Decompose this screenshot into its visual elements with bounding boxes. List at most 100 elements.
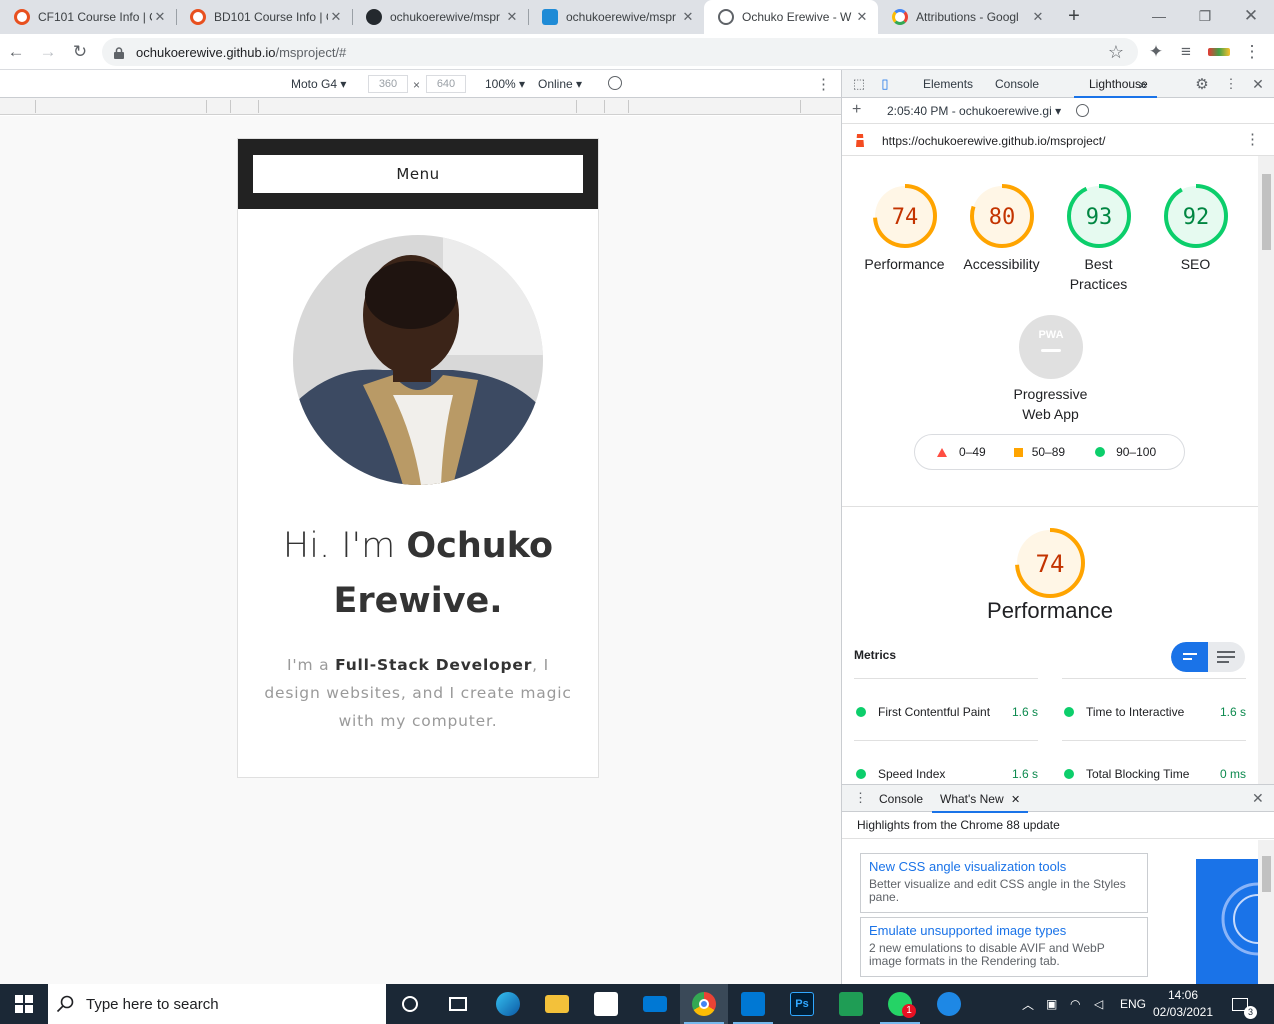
news-item[interactable]: Emulate unsupported image types 2 new em… <box>860 917 1148 977</box>
device-toggle-icon[interactable]: ▯ <box>876 75 894 93</box>
bookmark-star-icon[interactable]: ☆ <box>1104 40 1128 64</box>
network-throttle-select[interactable]: Online ▾ <box>538 77 582 91</box>
pass-dot-icon <box>1064 707 1074 717</box>
device-width-input[interactable]: 360 <box>368 75 408 93</box>
vscode-icon[interactable] <box>729 984 777 1024</box>
edge-icon[interactable] <box>484 984 532 1024</box>
back-icon[interactable]: ← <box>4 40 28 64</box>
score-gauge-performance[interactable]: 74 Performance <box>856 182 953 274</box>
inspect-element-icon[interactable]: ⬚ <box>850 75 868 93</box>
windows-start-icon[interactable] <box>0 984 48 1024</box>
cortana-icon[interactable] <box>386 984 434 1024</box>
browser-tab-strip: CF101 Course Info | C ✕ BD101 Course Inf… <box>0 0 1274 34</box>
browser-tab[interactable]: BD101 Course Info | C ✕ <box>176 0 352 34</box>
scroll-thumb[interactable] <box>1262 856 1271 892</box>
close-icon[interactable]: ✕ <box>680 9 696 25</box>
tab-console[interactable]: Console <box>995 70 1039 98</box>
drawer-menu-icon[interactable]: ⋮ <box>854 790 867 806</box>
report-scrollbar[interactable] <box>1258 156 1274 784</box>
rotate-icon[interactable] <box>608 76 622 90</box>
tray-device-icon[interactable]: ▣ <box>1046 984 1057 1024</box>
performance-section-gauge[interactable]: 74 <box>1000 526 1100 600</box>
drawer-scrollbar[interactable] <box>1258 840 1274 984</box>
score-gauge-seo[interactable]: 92 SEO <box>1147 182 1244 274</box>
restore-icon[interactable]: ❐ <box>1182 0 1228 32</box>
photoshop-icon[interactable]: Ps <box>778 984 826 1024</box>
close-icon[interactable]: ✕ <box>854 9 870 25</box>
devtools-menu-icon[interactable]: ⋮ <box>1222 75 1240 93</box>
news-title[interactable]: New CSS angle visualization tools <box>869 858 1139 876</box>
volume-icon[interactable]: ◁ <box>1094 984 1103 1024</box>
mail-icon[interactable] <box>631 984 679 1024</box>
report-select[interactable]: 2:05:40 PM - ochukoerewive.gi ▾ <box>887 104 1061 118</box>
file-explorer-icon[interactable] <box>533 984 581 1024</box>
pass-dot-icon <box>856 769 866 779</box>
extension-logo-icon[interactable] <box>1208 48 1230 56</box>
reload-icon[interactable]: ↻ <box>68 40 92 64</box>
new-tab-button[interactable]: + <box>1062 5 1086 29</box>
tab-title: BD101 Course Info | C <box>214 10 328 24</box>
browser-tab[interactable]: ochukoerewive/mspr ✕ <box>352 0 528 34</box>
forward-icon[interactable]: → <box>36 40 60 64</box>
zoom-select[interactable]: 100% ▾ <box>485 77 525 91</box>
news-title[interactable]: Emulate unsupported image types <box>869 922 1139 940</box>
metric-name: Speed Index <box>878 767 946 781</box>
pwa-badge[interactable]: PWA Progressive Web App <box>1002 314 1099 424</box>
scroll-thumb[interactable] <box>1262 174 1271 250</box>
close-drawer-icon[interactable]: ✕ <box>1252 790 1264 807</box>
browser-tab-active[interactable]: Ochuko Erewive - W ✕ <box>704 0 878 34</box>
close-icon[interactable]: ✕ <box>504 9 520 25</box>
browser-tab[interactable]: Attributions - Googl ✕ <box>878 0 1054 34</box>
whatsapp-icon[interactable]: 1 <box>876 984 924 1024</box>
device-more-icon[interactable]: ⋮ <box>816 75 831 93</box>
codesandbox-icon <box>542 9 558 25</box>
score-gauge-best-practices[interactable]: 93 Best Practices <box>1050 182 1147 294</box>
store-icon[interactable] <box>582 984 630 1024</box>
address-bar[interactable]: ochukoerewive.github.io/msproject/# <box>102 38 1138 66</box>
compact-view-icon[interactable] <box>1171 642 1208 672</box>
notification-center-icon[interactable]: 3 <box>1232 984 1257 1024</box>
media-query-ruler[interactable] <box>0 98 841 115</box>
tab-title: ochukoerewive/mspr <box>390 10 501 24</box>
expanded-view-icon[interactable] <box>1208 642 1245 672</box>
metrics-view-toggle[interactable] <box>1171 642 1245 672</box>
score-gauge-accessibility[interactable]: 80 Accessibility <box>953 182 1050 274</box>
drawer-tab-whats-new[interactable]: What's New ✕ <box>932 785 1029 813</box>
show-hidden-icons[interactable]: ︿ <box>1022 984 1034 1024</box>
minimize-icon[interactable]: — <box>1136 0 1182 32</box>
clear-reports-icon[interactable] <box>1076 104 1089 117</box>
new-report-icon[interactable]: + <box>852 101 861 119</box>
download-manager-icon[interactable] <box>925 984 973 1024</box>
chrome-icon[interactable] <box>680 984 728 1024</box>
drawer-tab-console[interactable]: Console <box>879 792 923 806</box>
clock[interactable]: 14:06 02/03/2021 <box>1151 984 1215 1024</box>
menu-button[interactable]: Menu <box>253 155 583 193</box>
gear-icon[interactable]: ⚙ <box>1193 75 1211 93</box>
device-select[interactable]: Moto G4 ▾ <box>291 77 346 91</box>
media-control-icon[interactable]: ≡ <box>1174 40 1198 64</box>
browser-tab[interactable]: ochukoerewive/mspr ✕ <box>528 0 704 34</box>
tab-elements[interactable]: Elements <box>923 70 973 98</box>
close-icon[interactable]: ✕ <box>1011 794 1020 806</box>
news-item[interactable]: New CSS angle visualization tools Better… <box>860 853 1148 913</box>
tab-title: Ochuko Erewive - W <box>742 10 852 24</box>
search-icon <box>56 995 74 1013</box>
more-tabs-button[interactable]: » <box>1139 70 1147 98</box>
device-height-input[interactable]: 640 <box>426 75 466 93</box>
close-icon[interactable]: ✕ <box>152 9 168 25</box>
chrome-menu-icon[interactable]: ⋮ <box>1240 40 1264 64</box>
language-indicator[interactable]: ENG <box>1120 984 1146 1024</box>
report-menu-icon[interactable]: ⋮ <box>1245 130 1260 148</box>
report-url[interactable]: https://ochukoerewive.github.io/msprojec… <box>882 134 1105 148</box>
browser-tab[interactable]: CF101 Course Info | C ✕ <box>0 0 176 34</box>
close-devtools-icon[interactable]: ✕ <box>1249 75 1267 93</box>
extensions-icon[interactable]: ✦ <box>1144 40 1168 64</box>
close-window-icon[interactable]: ✕ <box>1228 0 1274 32</box>
app-icon[interactable] <box>827 984 875 1024</box>
score-value: 92 <box>1182 205 1209 230</box>
task-view-icon[interactable] <box>434 984 482 1024</box>
close-icon[interactable]: ✕ <box>1030 9 1046 25</box>
wifi-icon[interactable]: ◠ <box>1070 984 1080 1024</box>
taskbar-search-input[interactable]: Type here to search <box>48 984 386 1024</box>
close-icon[interactable]: ✕ <box>328 9 344 25</box>
